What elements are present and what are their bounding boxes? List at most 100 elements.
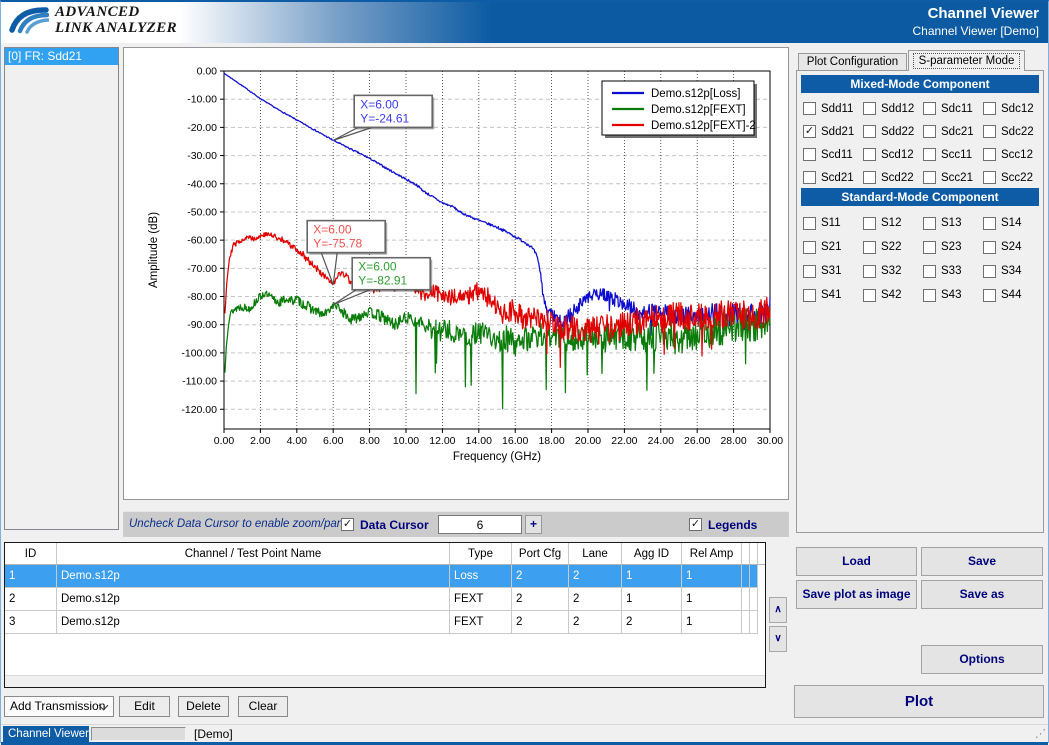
checkbox-sdc21[interactable]: Sdc21 [923, 120, 983, 143]
checkbox-box[interactable] [863, 148, 876, 161]
checkbox-box[interactable] [983, 241, 996, 254]
checkbox-s44[interactable]: S44 [983, 283, 1041, 307]
checkbox-box[interactable] [803, 171, 816, 184]
table-header-cell[interactable]: Agg ID [622, 543, 682, 564]
table-horizontal-scrollbar[interactable] [5, 675, 765, 687]
checkbox-box[interactable] [983, 125, 996, 138]
table-header-cell[interactable] [742, 543, 750, 564]
checkbox-sdd12[interactable]: Sdd12 [863, 97, 923, 120]
checkbox-s21[interactable]: S21 [803, 235, 863, 259]
checkbox-box[interactable] [923, 265, 936, 278]
table-header-cell[interactable]: Port Cfg [512, 543, 569, 564]
save-as-button[interactable]: Save as [921, 580, 1043, 609]
checkbox-scc11[interactable]: Scc11 [923, 143, 983, 166]
checkbox-scd12[interactable]: Scd12 [863, 143, 923, 166]
checkbox-box[interactable] [863, 289, 876, 302]
checkbox-box[interactable] [923, 217, 936, 230]
checkbox-box[interactable] [923, 148, 936, 161]
checkbox-box[interactable] [923, 289, 936, 302]
checkbox-sdd22[interactable]: Sdd22 [863, 120, 923, 143]
clear-button[interactable]: Clear [238, 696, 288, 717]
checkbox-s11[interactable]: S11 [803, 211, 863, 235]
checkbox-box[interactable] [983, 265, 996, 278]
checkbox-box[interactable] [923, 102, 936, 115]
checkbox-scc12[interactable]: Scc12 [983, 143, 1041, 166]
load-button[interactable]: Load [796, 547, 917, 576]
checkbox-s13[interactable]: S13 [923, 211, 983, 235]
table-header-cell[interactable]: ID [5, 543, 57, 564]
tab-sparameter-mode[interactable]: S-parameter Mode [908, 50, 1025, 71]
table-row[interactable]: 2Demo.s12pFEXT2211 [5, 588, 765, 611]
checkbox-box[interactable] [983, 217, 996, 230]
checkbox-scc22[interactable]: Scc22 [983, 166, 1041, 189]
checkbox-s31[interactable]: S31 [803, 259, 863, 283]
checkbox-box[interactable] [863, 102, 876, 115]
checkbox-box[interactable] [803, 217, 816, 230]
checkbox-s33[interactable]: S33 [923, 259, 983, 283]
checkbox-box[interactable] [803, 148, 816, 161]
table-header-cell[interactable]: Channel / Test Point Name [57, 543, 450, 564]
table-header-cell[interactable]: Rel Amp [682, 543, 742, 564]
tab-plot-configuration[interactable]: Plot Configuration [798, 53, 907, 70]
checkbox-box[interactable] [923, 241, 936, 254]
table-header-cell[interactable] [750, 543, 758, 564]
checkbox-box[interactable] [863, 171, 876, 184]
checkbox-sdc11[interactable]: Sdc11 [923, 97, 983, 120]
save-button[interactable]: Save [921, 547, 1043, 576]
checkbox-box[interactable] [983, 102, 996, 115]
checkbox-s43[interactable]: S43 [923, 283, 983, 307]
checkbox-box[interactable] [983, 148, 996, 161]
result-list[interactable]: [0] FR: Sdd21 [4, 47, 119, 530]
checkbox-s32[interactable]: S32 [863, 259, 923, 283]
edit-button[interactable]: Edit [119, 696, 170, 717]
checkbox-s12[interactable]: S12 [863, 211, 923, 235]
checkbox-scd11[interactable]: Scd11 [803, 143, 863, 166]
data-cursor-checkbox[interactable] [341, 518, 354, 531]
checkbox-box[interactable] [863, 125, 876, 138]
checkbox-sdd21[interactable]: Sdd21 [803, 120, 863, 143]
move-up-button[interactable]: ∧ [769, 597, 787, 623]
cursor-x-input[interactable] [438, 515, 522, 534]
chart-canvas[interactable]: 0.002.004.006.008.0010.0012.0014.0016.00… [124, 48, 788, 499]
sidebar-item[interactable]: [0] FR: Sdd21 [5, 48, 118, 65]
move-down-button[interactable]: ∨ [769, 626, 787, 652]
resize-grip-icon[interactable]: ⋰ [1035, 727, 1046, 740]
options-button[interactable]: Options [921, 645, 1043, 674]
checkbox-scd21[interactable]: Scd21 [803, 166, 863, 189]
checkbox-box[interactable] [863, 217, 876, 230]
table-row[interactable]: 3Demo.s12pFEXT2221 [5, 611, 765, 634]
delete-button[interactable]: Delete [178, 696, 229, 717]
checkbox-box[interactable] [983, 289, 996, 302]
checkbox-sdd11[interactable]: Sdd11 [803, 97, 863, 120]
plot-button[interactable]: Plot [794, 685, 1044, 718]
checkbox-s24[interactable]: S24 [983, 235, 1041, 259]
checkbox-box[interactable] [803, 265, 816, 278]
checkbox-s23[interactable]: S23 [923, 235, 983, 259]
checkbox-scc21[interactable]: Scc21 [923, 166, 983, 189]
add-transmission-dropdown[interactable]: Add Transmission [4, 696, 114, 717]
checkbox-box[interactable] [923, 125, 936, 138]
table-row[interactable]: 1Demo.s12pLoss2211 [5, 565, 765, 588]
checkbox-s22[interactable]: S22 [863, 235, 923, 259]
checkbox-sdc12[interactable]: Sdc12 [983, 97, 1041, 120]
checkbox-box[interactable] [863, 265, 876, 278]
checkbox-s42[interactable]: S42 [863, 283, 923, 307]
checkbox-box[interactable] [803, 102, 816, 115]
cursor-increment-button[interactable]: + [525, 515, 542, 534]
checkbox-box[interactable] [803, 125, 816, 138]
checkbox-s14[interactable]: S14 [983, 211, 1041, 235]
checkbox-s41[interactable]: S41 [803, 283, 863, 307]
legends-checkbox[interactable] [689, 518, 702, 531]
save-plot-as-image-button[interactable]: Save plot as image [796, 580, 917, 609]
checkbox-scd22[interactable]: Scd22 [863, 166, 923, 189]
checkbox-box[interactable] [923, 171, 936, 184]
channel-table[interactable]: IDChannel / Test Point NameTypePort CfgL… [4, 542, 766, 688]
table-header-cell[interactable]: Type [450, 543, 512, 564]
checkbox-box[interactable] [863, 241, 876, 254]
table-header-cell[interactable]: Lane [569, 543, 622, 564]
checkbox-box[interactable] [983, 171, 996, 184]
checkbox-box[interactable] [803, 241, 816, 254]
checkbox-box[interactable] [803, 289, 816, 302]
checkbox-sdc22[interactable]: Sdc22 [983, 120, 1041, 143]
checkbox-s34[interactable]: S34 [983, 259, 1041, 283]
